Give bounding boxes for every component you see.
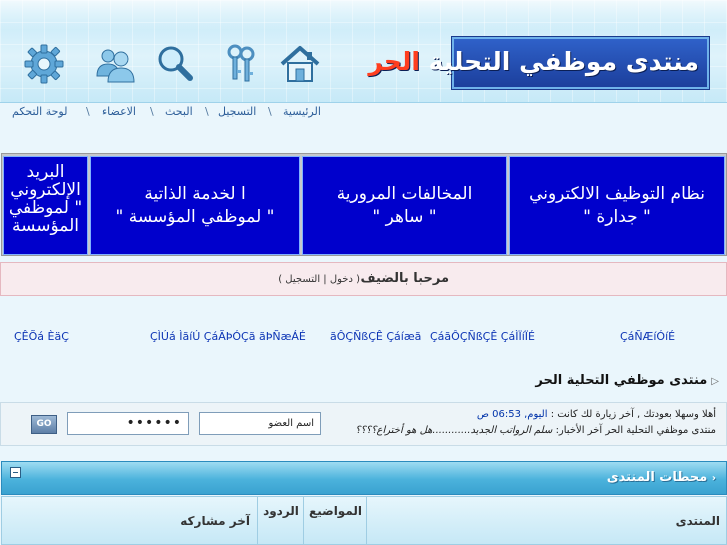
banner-saher-title: المخالفات المرورية <box>336 183 473 204</box>
search-magnifier-icon[interactable] <box>153 42 197 86</box>
nav-control-panel[interactable]: لوحة التحكم <box>12 105 67 118</box>
collapse-toggle-icon[interactable] <box>10 467 21 478</box>
news-item[interactable]: سلم الرواتب الجديد............هل هو أختر… <box>355 425 552 436</box>
welcome-login-link[interactable]: دخول <box>330 274 353 285</box>
guest-welcome-bar: مرحبا بالضيف ( دخول | التسجيل ) <box>0 262 727 296</box>
members-users-icon[interactable] <box>93 42 137 86</box>
banner-self-service[interactable]: ا لخدمة الذاتية " لموظفي المؤسسة " <box>90 156 300 255</box>
nav-separator: \ <box>205 105 209 118</box>
nav-separator: \ <box>86 105 90 118</box>
welcome-register-link[interactable]: التسجيل <box>285 274 320 285</box>
banner-self-service-subtitle: " لموظفي المؤسسة " <box>115 206 275 227</box>
last-visit-info: أهلا وسهلا بعودتك , آخر زيارة لك كانت : … <box>477 409 716 420</box>
nav-members[interactable]: الاعضاء <box>102 105 136 118</box>
banner-self-service-title: ا لخدمة الذاتية <box>144 183 246 204</box>
quick-link-home[interactable]: ÇáÑÆíÓíÉ <box>620 330 675 343</box>
breadcrumb-arrow-icon: ▷ <box>711 376 719 387</box>
column-divider <box>257 496 258 545</box>
forum-columns-header <box>1 496 727 545</box>
banner-saher-subtitle: " ساهر " <box>372 206 437 227</box>
quick-link-todays-posts[interactable]: ãÔÇÑßÇÊ Çáíæã <box>330 330 421 343</box>
logo-text: منتدى موظفي التحلية الحر <box>368 47 699 76</box>
welcome-back-text: أهلا وسهلا بعودتك , آخر زيارة لك كانت : <box>550 409 716 420</box>
welcome-title: مرحبا بالضيف <box>360 271 449 286</box>
col-forum: المنتدى <box>675 514 720 528</box>
breadcrumb: ▷ منتدى موظفي التحلية الحر <box>535 373 719 388</box>
banner-email-subtitle: " لموظفي المؤسسة <box>8 198 83 236</box>
banner-saher[interactable]: المخالفات المرورية " ساهر " <box>302 156 507 255</box>
col-replies: الردود <box>263 504 299 518</box>
column-divider <box>366 496 367 545</box>
nav-separator: \ <box>150 105 154 118</box>
header-glow <box>0 0 727 30</box>
logo-text-accent: الحر <box>368 47 420 76</box>
register-keys-icon[interactable] <box>219 42 263 86</box>
ad-banners: نظام التوظيف الالكتروني " جدارة " المخالف… <box>1 153 727 256</box>
username-input[interactable]: اسم العضو <box>199 412 321 435</box>
forum-section-header: ‹ محطات المنتدى <box>1 461 727 495</box>
quick-link-mark-read[interactable]: ÇÌÚá ÌãíÚ ÇáÃÞÓÇã ãÞÑæÁÉ <box>150 330 306 343</box>
welcome-links: ( دخول | التسجيل ) <box>278 274 360 285</box>
col-last-post: آخر مشاركه <box>180 514 250 528</box>
top-nav: الرئيسية \ التسجيل \ البحث \ الاعضاء \ ل… <box>0 103 727 121</box>
banner-jadara-subtitle: " جدارة " <box>583 206 651 227</box>
quick-links: ÇáÑÆíÓíÉ ãÔÇÑßÇÊ Çáíæã ÇáãÔÇÑßÇÊ ÇáÌÏíÏÉ… <box>0 330 727 346</box>
home-house-icon[interactable] <box>278 42 322 86</box>
col-topics: المواضيع <box>309 504 362 518</box>
column-divider <box>303 496 304 545</box>
nav-home[interactable]: الرئيسية <box>283 105 321 118</box>
breadcrumb-forum-title[interactable]: منتدى موظفي التحلية الحر <box>535 373 707 388</box>
control-panel-gear-icon[interactable] <box>22 42 66 86</box>
banner-jadara-title: نظام التوظيف الالكتروني <box>529 183 705 204</box>
banner-email[interactable]: البريد الإلكتروني " لموظفي المؤسسة <box>3 156 88 255</box>
quick-link-new-posts[interactable]: ÇáãÔÇÑßÇÊ ÇáÌÏíÏÉ <box>430 330 535 343</box>
quick-link-contact[interactable]: ÇÊÕá ÈäÇ <box>14 330 69 343</box>
nav-search[interactable]: البحث <box>165 105 193 118</box>
nav-separator: \ <box>268 105 272 118</box>
news-ticker: منتدى موظفي التحلية الحر آخر الأخبار: سل… <box>355 425 716 436</box>
logo-text-main: منتدى موظفي التحلية <box>419 47 699 76</box>
banner-email-title: البريد الإلكتروني <box>10 162 81 200</box>
site-header: منتدى موظفي التحلية الحر <box>0 0 727 103</box>
banner-jadara[interactable]: نظام التوظيف الالكتروني " جدارة " <box>509 156 725 255</box>
password-input[interactable]: •••••• <box>67 412 189 435</box>
forum-section-title[interactable]: ‹ محطات المنتدى <box>607 470 716 485</box>
site-logo[interactable]: منتدى موظفي التحلية الحر <box>368 37 709 89</box>
last-visit-time: اليوم, 06:53 ص <box>476 409 548 420</box>
nav-register[interactable]: التسجيل <box>218 105 256 118</box>
news-label: منتدى موظفي التحلية الحر آخر الأخبار: <box>555 425 716 436</box>
forum-section-title-text: محطات المنتدى <box>606 470 708 485</box>
login-go-button[interactable]: GO <box>31 415 57 434</box>
